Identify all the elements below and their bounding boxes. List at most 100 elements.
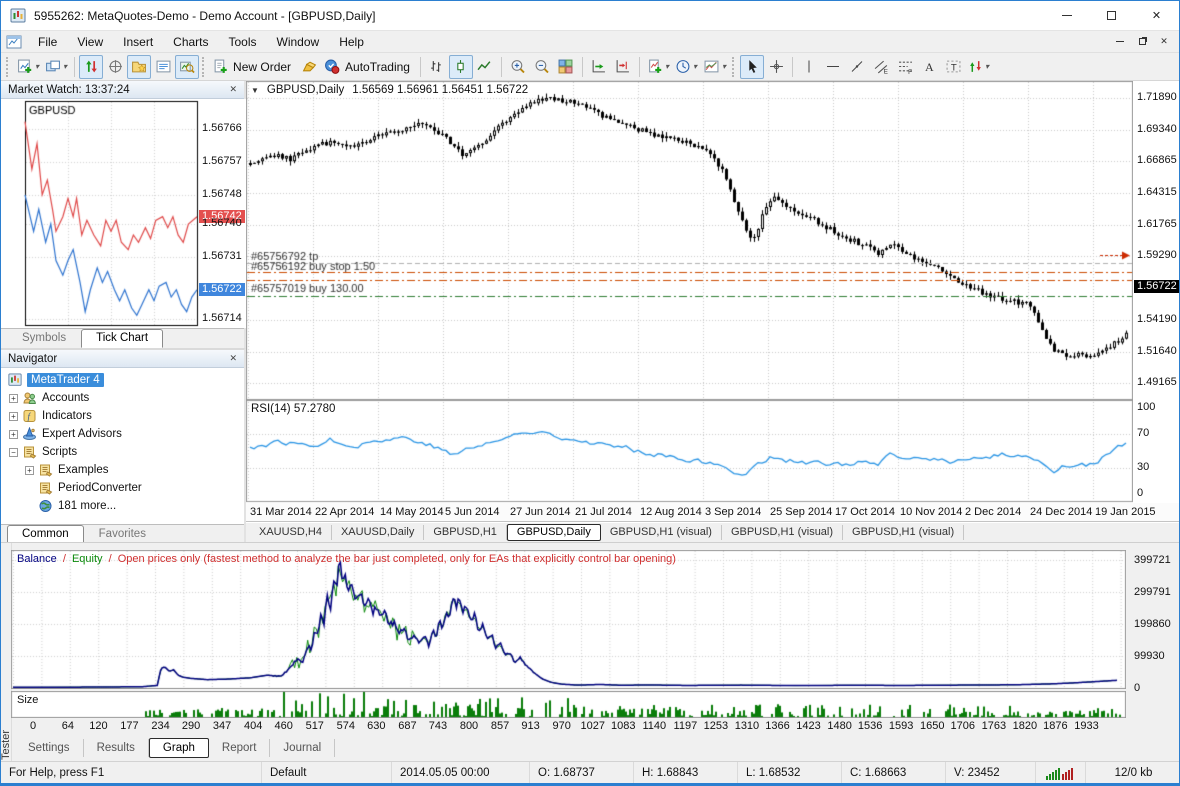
navigator-toggle-button[interactable]	[127, 55, 151, 79]
chart-tab-gbpusd-h1-visual-1[interactable]: GBPUSD,H1 (visual)	[601, 525, 722, 540]
navigator-close-icon[interactable]: ✕	[226, 353, 240, 364]
status-profile[interactable]: Default	[261, 762, 391, 784]
tester-tab-settings[interactable]: Settings	[15, 739, 84, 757]
chart-tab-gbpusd-h1[interactable]: GBPUSD,H1	[424, 525, 507, 540]
one-click-trading-arrow[interactable]: ▼	[251, 86, 259, 95]
dropdown-caret: ▾	[722, 62, 726, 71]
bar-chart-mode-button[interactable]	[425, 55, 449, 79]
terminal-button[interactable]	[151, 55, 175, 79]
menu-charts[interactable]: Charts	[163, 33, 218, 51]
nav-item-metatrader4[interactable]: MetaTrader 4	[1, 371, 244, 389]
date-tick-label: 17 Oct 2014	[835, 506, 895, 518]
navigator-title: Navigator	[8, 353, 57, 365]
minimize-button[interactable]	[1044, 1, 1089, 30]
size-label: Size	[17, 694, 38, 706]
tester-x-label: 517	[306, 720, 324, 732]
tick-price-label: 1.56740	[202, 217, 242, 229]
nav-item-more[interactable]: 181 more...	[1, 497, 244, 515]
menu-file[interactable]: File	[28, 33, 67, 51]
line-chart-mode-button[interactable]	[473, 55, 497, 79]
equidistant-channel-button[interactable]: E	[869, 55, 893, 79]
menu-view[interactable]: View	[67, 33, 113, 51]
close-button[interactable]: ✕	[1134, 1, 1179, 30]
toolbar-grip[interactable]	[202, 57, 207, 77]
price-chart-canvas[interactable]	[246, 81, 1133, 503]
arrows-button[interactable]: ▾	[965, 55, 992, 79]
legend-separator: /	[60, 553, 69, 565]
tab-symbols[interactable]: Symbols	[7, 329, 81, 348]
chart-tab-gbpusd-h1-visual-3[interactable]: GBPUSD,H1 (visual)	[843, 525, 964, 540]
text-icon: A	[922, 59, 936, 74]
collapse-icon[interactable]: −	[9, 448, 18, 457]
templates-button[interactable]: ▾	[700, 55, 729, 79]
chart-tab-xauusd-h4[interactable]: XAUUSD,H4	[250, 525, 332, 540]
menu-bar: File View Insert Charts Tools Window Hel…	[1, 31, 1179, 53]
child-minimize-button[interactable]	[1109, 33, 1131, 51]
expand-icon[interactable]: +	[9, 412, 18, 421]
nav-item-accounts[interactable]: + Accounts	[1, 389, 244, 407]
date-tick-label: 3 Sep 2014	[705, 506, 761, 518]
nav-item-periodconverter[interactable]: PeriodConverter	[1, 479, 244, 497]
horizontal-line-button[interactable]	[821, 55, 845, 79]
tab-tick-chart[interactable]: Tick Chart	[81, 329, 163, 348]
chart-tab-gbpusd-h1-visual-2[interactable]: GBPUSD,H1 (visual)	[722, 525, 843, 540]
expand-icon[interactable]: +	[9, 430, 18, 439]
new-order-label: New Order	[233, 60, 291, 74]
nav-item-indicators[interactable]: + f Indicators	[1, 407, 244, 425]
expand-icon[interactable]: +	[9, 394, 18, 403]
status-help-text: For Help, press F1	[1, 762, 261, 784]
tester-x-label: 1763	[982, 720, 1006, 732]
legend-separator: /	[106, 553, 115, 565]
new-chart-button[interactable]: ▾	[14, 55, 42, 79]
nav-item-expert-advisors[interactable]: + Expert Advisors	[1, 425, 244, 443]
periods-button[interactable]: ▾	[672, 55, 700, 79]
child-close-button[interactable]: ✕	[1153, 33, 1175, 51]
autotrading-button[interactable]: AutoTrading	[321, 55, 416, 79]
market-watch-close-icon[interactable]: ✕	[226, 84, 240, 95]
text-button[interactable]: A	[917, 55, 941, 79]
tester-legend: Balance / Equity / Open prices only (fas…	[17, 553, 676, 565]
tester-balance-graph[interactable]	[11, 550, 1126, 689]
menu-help[interactable]: Help	[329, 33, 374, 51]
trendline-button[interactable]	[845, 55, 869, 79]
chart-shift-button[interactable]	[611, 55, 635, 79]
strategy-tester-button[interactable]	[175, 55, 199, 79]
menu-tools[interactable]: Tools	[219, 33, 267, 51]
new-order-button[interactable]: New Order	[210, 55, 297, 79]
fibonacci-button[interactable]: F	[893, 55, 917, 79]
tester-tab-report[interactable]: Report	[209, 739, 271, 757]
tester-tab-graph[interactable]: Graph	[149, 738, 209, 758]
gold-bar-button[interactable]	[297, 55, 321, 79]
child-restore-button[interactable]	[1131, 33, 1153, 51]
zoom-in-button[interactable]	[506, 55, 530, 79]
toolbar-grip[interactable]	[732, 57, 737, 77]
chart-tab-xauusd-daily[interactable]: XAUUSD,Daily	[332, 525, 424, 540]
market-watch-toggle-button[interactable]	[79, 55, 103, 79]
tester-tab-results[interactable]: Results	[84, 739, 149, 757]
tester-size-graph[interactable]	[11, 691, 1126, 718]
tester-tab-journal[interactable]: Journal	[270, 739, 335, 757]
tester-x-label: 1650	[920, 720, 944, 732]
nav-item-examples[interactable]: + Examples	[1, 461, 244, 479]
vertical-line-button[interactable]	[797, 55, 821, 79]
zoom-out-button[interactable]	[530, 55, 554, 79]
cursor-button[interactable]	[740, 55, 764, 79]
auto-scroll-button[interactable]	[587, 55, 611, 79]
data-window-button[interactable]	[103, 55, 127, 79]
market-watch-panel: Market Watch: 13:37:24 ✕ 1.567661.567571…	[1, 81, 246, 348]
indicators-button[interactable]: ▾	[644, 55, 672, 79]
toolbar-grip[interactable]	[6, 57, 11, 77]
svg-text:A: A	[925, 60, 934, 74]
expand-icon[interactable]: +	[25, 466, 34, 475]
menu-insert[interactable]: Insert	[113, 33, 163, 51]
tester-x-label: 290	[182, 720, 200, 732]
crosshair-button[interactable]	[764, 55, 788, 79]
profiles-button[interactable]: ▾	[42, 55, 70, 79]
tile-windows-button[interactable]	[554, 55, 578, 79]
menu-window[interactable]: Window	[267, 33, 330, 51]
candlestick-mode-button[interactable]	[449, 55, 473, 79]
chart-tab-gbpusd-daily[interactable]: GBPUSD,Daily	[507, 524, 601, 541]
text-label-button[interactable]: T	[941, 55, 965, 79]
maximize-button[interactable]	[1089, 1, 1134, 30]
nav-item-scripts[interactable]: − Scripts	[1, 443, 244, 461]
